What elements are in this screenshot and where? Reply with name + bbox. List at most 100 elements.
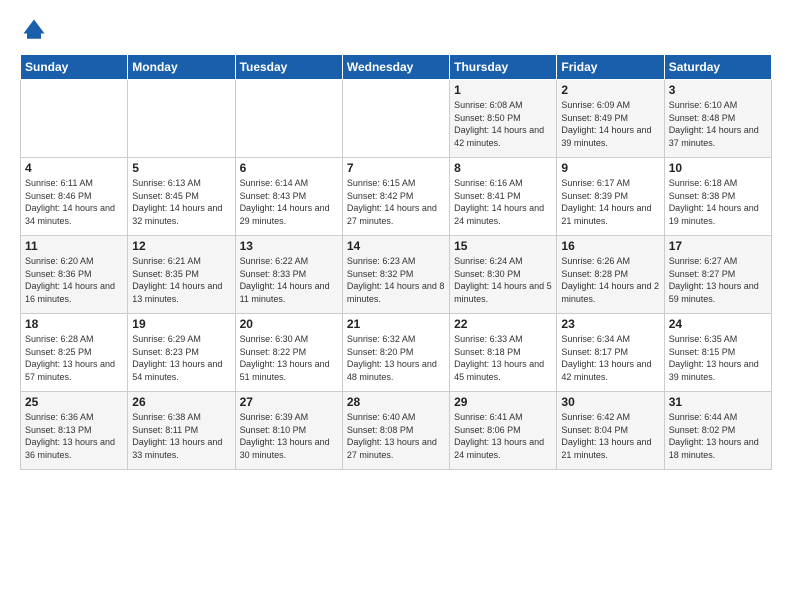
day-number: 6: [240, 161, 338, 175]
day-info: Sunrise: 6:35 AM Sunset: 8:15 PM Dayligh…: [669, 333, 767, 383]
calendar-week-1: 1 Sunrise: 6:08 AM Sunset: 8:50 PM Daylig…: [21, 80, 772, 158]
calendar-cell: 15 Sunrise: 6:24 AM Sunset: 8:30 PM Dayli…: [450, 236, 557, 314]
calendar-week-2: 4Sunrise: 6:11 AM Sunset: 8:46 PM Daylig…: [21, 158, 772, 236]
day-info: Sunrise: 6:15 AM Sunset: 8:42 PM Dayligh…: [347, 177, 445, 227]
day-info: Sunrise: 6:10 AM Sunset: 8:48 PM Dayligh…: [669, 99, 767, 149]
calendar-cell: [342, 80, 449, 158]
day-info: Sunrise: 6:09 AM Sunset: 8:49 PM Dayligh…: [561, 99, 659, 149]
day-number: 16: [561, 239, 659, 253]
day-info: Sunrise: 6:41 AM Sunset: 8:06 PM Dayligh…: [454, 411, 552, 461]
day-number: 31: [669, 395, 767, 409]
day-number: 12: [132, 239, 230, 253]
day-info: Sunrise: 6:39 AM Sunset: 8:10 PM Dayligh…: [240, 411, 338, 461]
day-number: 1: [454, 83, 552, 97]
day-number: 23: [561, 317, 659, 331]
day-info: Sunrise: 6:20 AM Sunset: 8:36 PM Dayligh…: [25, 255, 123, 305]
day-info: Sunrise: 6:34 AM Sunset: 8:17 PM Dayligh…: [561, 333, 659, 383]
day-info: Sunrise: 6:36 AM Sunset: 8:13 PM Dayligh…: [25, 411, 123, 461]
day-number: 5: [132, 161, 230, 175]
day-info: Sunrise: 6:26 AM Sunset: 8:28 PM Dayligh…: [561, 255, 659, 305]
day-info: Sunrise: 6:16 AM Sunset: 8:41 PM Dayligh…: [454, 177, 552, 227]
calendar-cell: 12 Sunrise: 6:21 AM Sunset: 8:35 PM Dayli…: [128, 236, 235, 314]
day-info: Sunrise: 6:28 AM Sunset: 8:25 PM Dayligh…: [25, 333, 123, 383]
weekday-header-friday: Friday: [557, 55, 664, 80]
day-number: 24: [669, 317, 767, 331]
calendar-cell: 14 Sunrise: 6:23 AM Sunset: 8:32 PM Dayli…: [342, 236, 449, 314]
calendar-cell: 29 Sunrise: 6:41 AM Sunset: 8:06 PM Dayli…: [450, 392, 557, 470]
calendar-cell: 26 Sunrise: 6:38 AM Sunset: 8:11 PM Dayli…: [128, 392, 235, 470]
day-info: Sunrise: 6:21 AM Sunset: 8:35 PM Dayligh…: [132, 255, 230, 305]
calendar-week-3: 11 Sunrise: 6:20 AM Sunset: 8:36 PM Dayli…: [21, 236, 772, 314]
day-info: Sunrise: 6:29 AM Sunset: 8:23 PM Dayligh…: [132, 333, 230, 383]
day-info: Sunrise: 6:08 AM Sunset: 8:50 PM Dayligh…: [454, 99, 552, 149]
calendar-cell: 13 Sunrise: 6:22 AM Sunset: 8:33 PM Dayli…: [235, 236, 342, 314]
weekday-header-sunday: Sunday: [21, 55, 128, 80]
calendar-cell: 23 Sunrise: 6:34 AM Sunset: 8:17 PM Dayli…: [557, 314, 664, 392]
calendar-cell: 1 Sunrise: 6:08 AM Sunset: 8:50 PM Daylig…: [450, 80, 557, 158]
calendar-cell: 16 Sunrise: 6:26 AM Sunset: 8:28 PM Dayli…: [557, 236, 664, 314]
calendar-cell: 18 Sunrise: 6:28 AM Sunset: 8:25 PM Dayli…: [21, 314, 128, 392]
day-number: 20: [240, 317, 338, 331]
day-number: 15: [454, 239, 552, 253]
day-info: Sunrise: 6:22 AM Sunset: 8:33 PM Dayligh…: [240, 255, 338, 305]
day-number: 8: [454, 161, 552, 175]
weekday-header-saturday: Saturday: [664, 55, 771, 80]
calendar-cell: 8 Sunrise: 6:16 AM Sunset: 8:41 PM Daylig…: [450, 158, 557, 236]
calendar-cell: 3Sunrise: 6:10 AM Sunset: 8:48 PM Daylig…: [664, 80, 771, 158]
day-info: Sunrise: 6:18 AM Sunset: 8:38 PM Dayligh…: [669, 177, 767, 227]
calendar-cell: 24 Sunrise: 6:35 AM Sunset: 8:15 PM Dayli…: [664, 314, 771, 392]
calendar-cell: 27Sunrise: 6:39 AM Sunset: 8:10 PM Dayli…: [235, 392, 342, 470]
calendar-cell: 17 Sunrise: 6:27 AM Sunset: 8:27 PM Dayli…: [664, 236, 771, 314]
day-info: Sunrise: 6:33 AM Sunset: 8:18 PM Dayligh…: [454, 333, 552, 383]
calendar-cell: [21, 80, 128, 158]
day-info: Sunrise: 6:44 AM Sunset: 8:02 PM Dayligh…: [669, 411, 767, 461]
day-number: 28: [347, 395, 445, 409]
weekday-header-row: SundayMondayTuesdayWednesdayThursdayFrid…: [21, 55, 772, 80]
calendar-cell: 31 Sunrise: 6:44 AM Sunset: 8:02 PM Dayli…: [664, 392, 771, 470]
header: [20, 16, 772, 44]
day-number: 2: [561, 83, 659, 97]
day-number: 29: [454, 395, 552, 409]
calendar-cell: 9 Sunrise: 6:17 AM Sunset: 8:39 PM Daylig…: [557, 158, 664, 236]
day-info: Sunrise: 6:38 AM Sunset: 8:11 PM Dayligh…: [132, 411, 230, 461]
calendar-cell: 6Sunrise: 6:14 AM Sunset: 8:43 PM Daylig…: [235, 158, 342, 236]
calendar-cell: [128, 80, 235, 158]
day-number: 11: [25, 239, 123, 253]
day-number: 4: [25, 161, 123, 175]
day-info: Sunrise: 6:23 AM Sunset: 8:32 PM Dayligh…: [347, 255, 445, 305]
day-number: 18: [25, 317, 123, 331]
day-info: Sunrise: 6:17 AM Sunset: 8:39 PM Dayligh…: [561, 177, 659, 227]
weekday-header-thursday: Thursday: [450, 55, 557, 80]
calendar-week-5: 25 Sunrise: 6:36 AM Sunset: 8:13 PM Dayli…: [21, 392, 772, 470]
calendar-cell: 20Sunrise: 6:30 AM Sunset: 8:22 PM Dayli…: [235, 314, 342, 392]
day-info: Sunrise: 6:27 AM Sunset: 8:27 PM Dayligh…: [669, 255, 767, 305]
day-number: 14: [347, 239, 445, 253]
day-info: Sunrise: 6:24 AM Sunset: 8:30 PM Dayligh…: [454, 255, 552, 305]
day-number: 13: [240, 239, 338, 253]
calendar-cell: 22Sunrise: 6:33 AM Sunset: 8:18 PM Dayli…: [450, 314, 557, 392]
calendar-cell: 10Sunrise: 6:18 AM Sunset: 8:38 PM Dayli…: [664, 158, 771, 236]
day-info: Sunrise: 6:40 AM Sunset: 8:08 PM Dayligh…: [347, 411, 445, 461]
day-number: 30: [561, 395, 659, 409]
calendar-cell: 19Sunrise: 6:29 AM Sunset: 8:23 PM Dayli…: [128, 314, 235, 392]
calendar-week-4: 18 Sunrise: 6:28 AM Sunset: 8:25 PM Dayli…: [21, 314, 772, 392]
calendar-cell: 21 Sunrise: 6:32 AM Sunset: 8:20 PM Dayli…: [342, 314, 449, 392]
logo-icon: [20, 16, 48, 44]
day-number: 21: [347, 317, 445, 331]
calendar-cell: 7 Sunrise: 6:15 AM Sunset: 8:42 PM Daylig…: [342, 158, 449, 236]
day-number: 9: [561, 161, 659, 175]
calendar-cell: 4Sunrise: 6:11 AM Sunset: 8:46 PM Daylig…: [21, 158, 128, 236]
day-number: 25: [25, 395, 123, 409]
day-info: Sunrise: 6:13 AM Sunset: 8:45 PM Dayligh…: [132, 177, 230, 227]
calendar-cell: 11 Sunrise: 6:20 AM Sunset: 8:36 PM Dayli…: [21, 236, 128, 314]
calendar-cell: 2 Sunrise: 6:09 AM Sunset: 8:49 PM Daylig…: [557, 80, 664, 158]
weekday-header-tuesday: Tuesday: [235, 55, 342, 80]
calendar-cell: 30 Sunrise: 6:42 AM Sunset: 8:04 PM Dayli…: [557, 392, 664, 470]
day-number: 7: [347, 161, 445, 175]
day-number: 26: [132, 395, 230, 409]
day-info: Sunrise: 6:32 AM Sunset: 8:20 PM Dayligh…: [347, 333, 445, 383]
calendar-cell: 28 Sunrise: 6:40 AM Sunset: 8:08 PM Dayli…: [342, 392, 449, 470]
day-number: 17: [669, 239, 767, 253]
day-info: Sunrise: 6:42 AM Sunset: 8:04 PM Dayligh…: [561, 411, 659, 461]
weekday-header-monday: Monday: [128, 55, 235, 80]
